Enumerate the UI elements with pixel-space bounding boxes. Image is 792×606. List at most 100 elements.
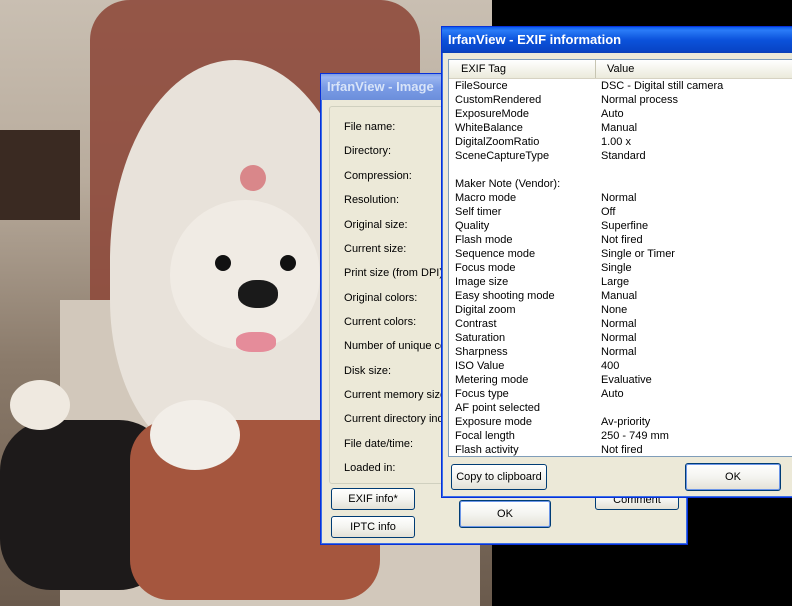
exif-tag-cell: Sequence mode: [455, 248, 536, 260]
table-row[interactable]: SceneCaptureType Standard: [449, 149, 792, 163]
field-loaded-in: Loaded in:: [344, 462, 396, 474]
field-print-size: Print size (from DPI):: [344, 267, 447, 279]
exif-ok-button[interactable]: OK: [685, 463, 781, 491]
field-current-size: Current size:: [344, 243, 407, 255]
exif-info-button[interactable]: EXIF info*: [331, 488, 415, 510]
exif-tag-cell: Sharpness: [455, 346, 508, 358]
exif-tag-cell: ExposureMode: [455, 108, 529, 120]
exif-tag-cell: Focus type: [455, 388, 509, 400]
exif-value-cell: Single or Timer: [601, 248, 675, 260]
exif-value-cell: Superfine: [601, 220, 649, 232]
table-row[interactable]: Self timer Off: [449, 205, 792, 219]
field-memory-size: Current memory size:: [344, 389, 450, 401]
table-row[interactable]: ExposureMode Auto: [449, 107, 792, 121]
table-row[interactable]: Digital zoom None: [449, 303, 792, 317]
field-original-colors: Original colors:: [344, 292, 418, 304]
exif-tag-cell: Easy shooting mode: [455, 290, 555, 302]
table-row[interactable]: FileSource DSC - Digital still camera: [449, 79, 792, 93]
table-row[interactable]: Focus type Auto: [449, 387, 792, 401]
exif-value-cell: Normal: [601, 332, 637, 344]
table-row[interactable]: Sharpness Normal: [449, 345, 792, 359]
exif-tag-cell: Image size: [455, 276, 509, 288]
copy-to-clipboard-button[interactable]: Copy to clipboard: [451, 464, 547, 490]
column-header-value[interactable]: Value: [607, 63, 634, 75]
exif-tag-cell: AF point selected: [455, 402, 540, 414]
exif-tag-cell: Contrast: [455, 318, 497, 330]
field-original-size: Original size:: [344, 219, 408, 231]
column-header-tag[interactable]: EXIF Tag: [461, 63, 506, 75]
table-row[interactable]: Macro mode Normal: [449, 191, 792, 205]
exif-tag-cell: Maker Note (Vendor):: [455, 178, 561, 190]
table-row[interactable]: Metering mode Evaluative: [449, 373, 792, 387]
exif-tag-cell: WhiteBalance: [455, 122, 523, 134]
exif-tag-cell: Flash mode: [455, 234, 513, 246]
table-row[interactable]: Easy shooting mode Manual: [449, 289, 792, 303]
exif-value-cell: Auto: [601, 388, 624, 400]
table-row[interactable]: Sequence mode Single or Timer: [449, 247, 792, 261]
exif-window: IrfanView - EXIF information EXIF Tag Va…: [441, 26, 792, 498]
exif-tag-cell: Flash activity: [455, 444, 519, 456]
exif-value-cell: Not fired: [601, 444, 643, 456]
table-row[interactable]: Focal length 250 - 749 mm: [449, 429, 792, 443]
table-row[interactable]: Exposure mode Av-priority: [449, 415, 792, 429]
exif-tag-cell: SceneCaptureType: [455, 150, 550, 162]
table-row[interactable]: AF point selected: [449, 401, 792, 415]
exif-tag-cell: Exposure mode: [455, 416, 533, 428]
exif-value-cell: Normal: [601, 318, 637, 330]
field-directory-index: Current directory index: [344, 413, 456, 425]
exif-tag-cell: Saturation: [455, 332, 506, 344]
field-compression: Compression:: [344, 170, 412, 182]
exif-value-cell: Manual: [601, 122, 638, 134]
exif-value-cell: Normal: [601, 346, 637, 358]
field-current-colors: Current colors:: [344, 316, 417, 328]
exif-value-cell: Single: [601, 262, 632, 274]
exif-tag-cell: Focal length: [455, 430, 515, 442]
table-row[interactable]: CustomRendered Normal process: [449, 93, 792, 107]
exif-value-cell: Auto: [601, 108, 624, 120]
exif-list[interactable]: EXIF Tag Value FileSource DSC - Digital s…: [448, 59, 792, 457]
table-row[interactable]: Quality Superfine: [449, 219, 792, 233]
exif-value-cell: Manual: [601, 290, 638, 302]
exif-tag-cell: CustomRendered: [455, 94, 542, 106]
table-row[interactable]: Saturation Normal: [449, 331, 792, 345]
table-row[interactable]: Focus mode Single: [449, 261, 792, 275]
exif-list-header: EXIF Tag Value: [449, 60, 792, 79]
iptc-info-button[interactable]: IPTC info: [331, 516, 415, 538]
exif-value-cell: Evaluative: [601, 374, 652, 386]
exif-titlebar[interactable]: IrfanView - EXIF information: [442, 27, 792, 53]
table-row[interactable]: Maker Note (Vendor):: [449, 177, 792, 191]
table-row[interactable]: ISO Value 400: [449, 359, 792, 373]
exif-value-cell: Normal process: [601, 94, 679, 106]
exif-value-cell: 400: [601, 360, 620, 372]
field-disk-size: Disk size:: [344, 365, 392, 377]
table-row[interactable]: Contrast Normal: [449, 317, 792, 331]
exif-value-cell: None: [601, 304, 628, 316]
exif-tag-cell: Macro mode: [455, 192, 517, 204]
exif-value-cell: Av-priority: [601, 416, 651, 428]
exif-value-cell: 1.00 x: [601, 136, 631, 148]
field-directory: Directory:: [344, 145, 392, 157]
table-row[interactable]: Flash mode Not fired: [449, 233, 792, 247]
exif-tag-cell: DigitalZoomRatio: [455, 136, 540, 148]
table-row[interactable]: Image size Large: [449, 275, 792, 289]
exif-tag-cell: ISO Value: [455, 360, 505, 372]
table-row[interactable]: WhiteBalance Manual: [449, 121, 792, 135]
exif-tag-cell: FileSource: [455, 80, 508, 92]
field-resolution: Resolution:: [344, 194, 400, 206]
table-row[interactable]: [449, 163, 792, 177]
table-row[interactable]: Flash activity Not fired: [449, 443, 792, 456]
exif-tag-cell: Quality: [455, 220, 490, 232]
exif-value-cell: Standard: [601, 150, 646, 162]
exif-value-cell: Not fired: [601, 234, 643, 246]
exif-tag-cell: Digital zoom: [455, 304, 516, 316]
exif-value-cell: DSC - Digital still camera: [601, 80, 724, 92]
field-file-datetime: File date/time:: [344, 438, 414, 450]
ok-button[interactable]: OK: [459, 500, 551, 528]
exif-value-cell: Normal: [601, 192, 637, 204]
exif-value-cell: Large: [601, 276, 630, 288]
field-file-name: File name:: [344, 121, 396, 133]
exif-value-cell: Off: [601, 206, 616, 218]
exif-value-cell: 250 - 749 mm: [601, 430, 669, 442]
table-row[interactable]: DigitalZoomRatio 1.00 x: [449, 135, 792, 149]
field-unique-colors: Number of unique colo: [344, 340, 455, 352]
